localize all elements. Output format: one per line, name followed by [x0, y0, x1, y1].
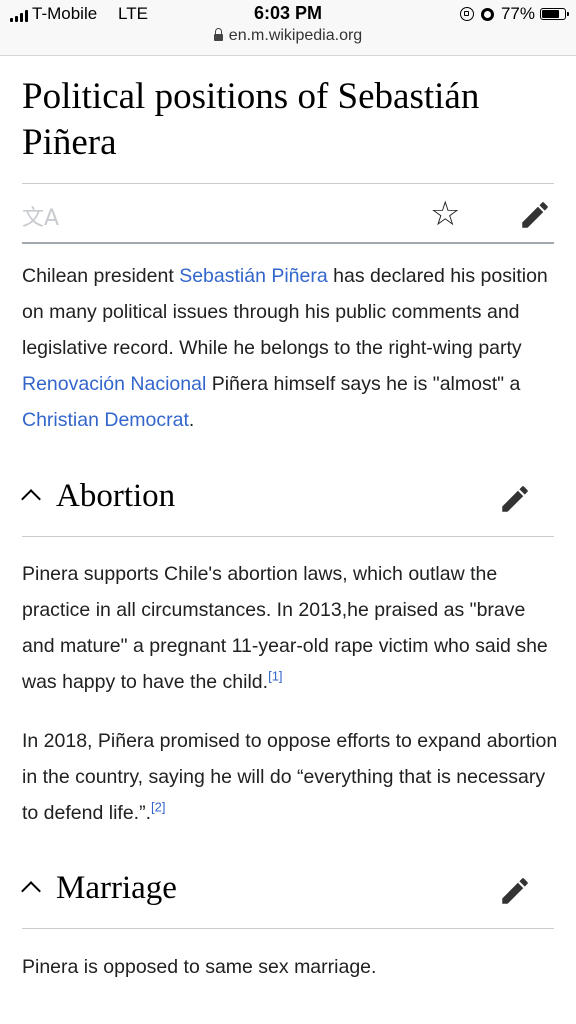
paragraph-text: Pinera supports Chile's abortion laws, w… — [22, 563, 548, 693]
alarm-icon — [480, 7, 494, 21]
section-heading-abortion[interactable]: Abortion — [21, 478, 554, 528]
link-christian-democrat[interactable]: Christian Democrat — [22, 409, 189, 431]
pencil-icon[interactable] — [518, 198, 552, 232]
battery-icon — [540, 8, 569, 20]
url-text: en.m.wikipedia.org — [228, 27, 363, 44]
lock-icon — [213, 28, 223, 41]
intro-text: Piñera himself says he is "almost" a — [206, 373, 521, 395]
reference-link[interactable]: [1] — [268, 669, 282, 684]
section-divider — [22, 928, 554, 929]
status-bar: T-Mobile LTE 6:03 PM en.m.wikipedia.org … — [0, 0, 576, 56]
intro-text: Chilean president — [22, 265, 180, 287]
pencil-icon[interactable] — [498, 874, 532, 908]
link-renovacion-nacional[interactable]: Renovación Nacional — [22, 373, 206, 395]
pencil-icon[interactable] — [498, 482, 532, 516]
abortion-paragraph: In 2018, Piñera promised to oppose effor… — [22, 723, 558, 831]
abortion-paragraph: Pinera supports Chile's abortion laws, w… — [22, 556, 558, 700]
language-icon[interactable]: 文A — [22, 200, 59, 232]
star-icon[interactable]: ☆ — [430, 194, 460, 234]
section-divider — [22, 536, 554, 537]
link-sebastian-pinera[interactable]: Sebastián Piñera — [179, 265, 328, 287]
chevron-up-icon[interactable] — [21, 881, 41, 901]
address-bar[interactable]: en.m.wikipedia.org — [0, 27, 576, 45]
title-divider — [22, 183, 554, 184]
intro-paragraph: Chilean president Sebastián Piñera has d… — [22, 258, 558, 438]
chevron-up-icon[interactable] — [21, 489, 41, 509]
paragraph-text: In 2018, Piñera promised to oppose effor… — [22, 730, 558, 824]
reference-link[interactable]: [2] — [151, 800, 165, 815]
page-title: Political positions of Sebastián Piñera — [22, 76, 480, 163]
orientation-lock-icon — [459, 7, 474, 21]
section-title: Abortion — [56, 478, 176, 514]
status-indicators: 77% — [459, 4, 569, 24]
section-heading-marriage[interactable]: Marriage — [21, 870, 554, 920]
page-actions-bar: 文A ☆ — [22, 188, 554, 244]
battery-level — [542, 10, 559, 18]
intro-text: . — [188, 409, 195, 431]
paragraph-text: Pinera is opposed to same sex marriage. — [22, 956, 377, 978]
battery-percentage: 77% — [500, 4, 535, 23]
section-title: Marriage — [56, 870, 177, 906]
marriage-paragraph: Pinera is opposed to same sex marriage. — [22, 949, 558, 985]
